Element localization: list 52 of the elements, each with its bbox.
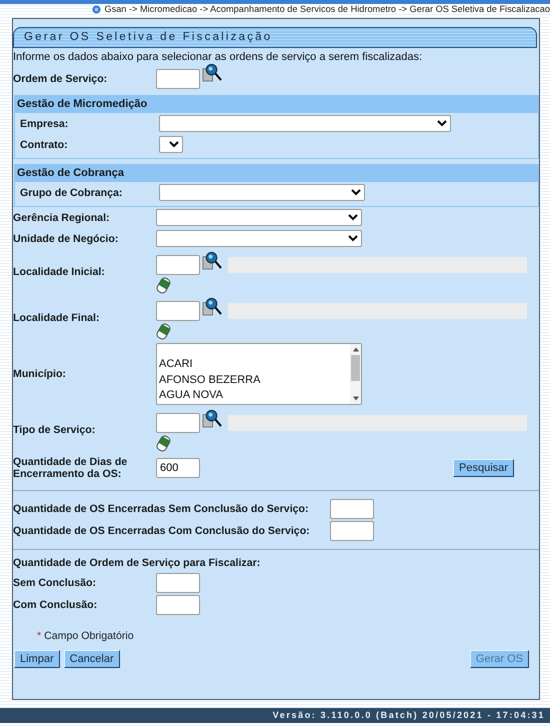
section-heading: Quantidade de Ordem de Serviço para Fiscalizar: (13, 557, 262, 571)
eraser-icon[interactable] (156, 434, 171, 452)
search-icon[interactable] (202, 408, 223, 428)
input-field[interactable] (330, 521, 374, 541)
group-title: Gestão de Micromedição (15, 96, 538, 113)
input-field[interactable] (330, 499, 374, 519)
search-button[interactable]: Pesquisar (453, 459, 514, 477)
scroll-down-icon[interactable] (352, 395, 360, 402)
form-button[interactable]: Limpar (14, 650, 60, 668)
field-label: Tipo de Serviço: (13, 424, 96, 436)
eraser-icon[interactable] (156, 276, 171, 294)
input-field[interactable] (156, 412, 200, 432)
scrollbar[interactable] (350, 344, 361, 404)
input-field[interactable] (156, 69, 200, 89)
required-note: Campo Obrigatório (44, 630, 134, 644)
search-icon[interactable] (202, 296, 223, 316)
list-option[interactable]: ACARI (159, 357, 350, 372)
field-label: Quantidade de OS Encerradas Com Conclusão do Serviço: (13, 525, 311, 537)
field-label: Quantidade de OS Encerradas Sem Conclusão do Serviço: (13, 503, 310, 515)
input-field[interactable] (156, 254, 200, 274)
help-icon[interactable] (92, 4, 102, 14)
field-label: Quantidade de Dias de Encerramento da OS: (13, 456, 128, 480)
field-label: Sem Conclusão: (13, 577, 98, 589)
field-label: Município: (13, 368, 67, 380)
field-label: Grupo de Cobrança: (20, 186, 124, 198)
required-mark: * (37, 630, 42, 644)
search-icon[interactable] (202, 63, 223, 82)
field-label: Localidade Final: (13, 312, 101, 324)
form-button[interactable]: Cancelar (64, 650, 120, 668)
field-label: Ordem de Serviço: (13, 73, 108, 85)
input-field[interactable] (156, 573, 200, 593)
intro-text: Informe os dados abaixo para selecionar as ordens de serviço a serem fiscalizadas: (13, 51, 424, 65)
field-label: Empresa: (20, 118, 70, 130)
list-box[interactable]: ACARI AFONSO BEZERRA AGUA NOVA (156, 343, 362, 405)
input-field[interactable] (156, 300, 200, 320)
dropdown[interactable] (159, 136, 183, 153)
list-option[interactable]: AGUA NOVA (159, 388, 350, 404)
list-option[interactable]: AFONSO BEZERRA (159, 372, 350, 388)
form-title: Gerar OS Seletiva de Fiscalização (13, 27, 537, 48)
field-label: Unidade de Negócio: (13, 232, 120, 244)
breadcrumb: Gsan -> Micromedicao -> Acompanhamento de Servicos de Hidrometro -> Gerar OS Seletiva de Fiscalizacao (104, 4, 550, 14)
field-label: Gerência Regional: (13, 212, 111, 224)
eraser-icon[interactable] (156, 322, 171, 340)
field-label: Localidade Inicial: (13, 266, 106, 278)
input-field[interactable] (156, 595, 200, 615)
group-title: Gestão de Cobrança (15, 165, 538, 182)
scroll-up-icon[interactable] (352, 346, 360, 353)
search-icon[interactable] (202, 250, 223, 270)
version-bar: Versão: 3.110.0.0 (Batch) 20/05/2021 - 17:04:31 (0, 708, 550, 723)
field-label: Com Conclusão: (13, 599, 98, 611)
field-label: Contrato: (20, 138, 69, 150)
input-field[interactable]: 600 (156, 458, 200, 478)
